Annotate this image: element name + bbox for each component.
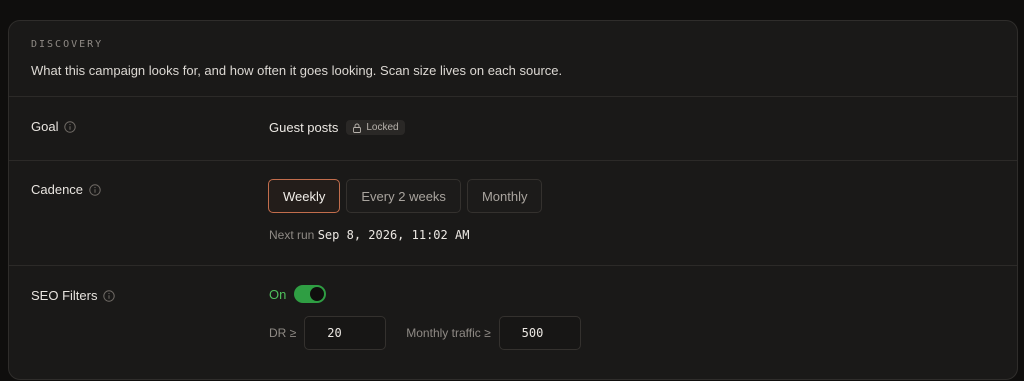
goal-label-wrap: Goal bbox=[31, 119, 77, 134]
section-subtitle: What this campaign looks for, and how of… bbox=[31, 63, 563, 78]
cadence-row: Cadence Weekly Every 2 weeks Monthly Nex… bbox=[9, 160, 1017, 266]
seo-filters-row: SEO Filters On DR ≥ Monthly traffic ≥ bbox=[9, 265, 1017, 381]
lock-icon bbox=[353, 123, 362, 133]
toggle-knob bbox=[310, 287, 325, 301]
info-icon[interactable] bbox=[89, 183, 101, 196]
seo-filters-toggle[interactable] bbox=[294, 285, 327, 303]
info-icon[interactable] bbox=[103, 289, 116, 302]
dr-input[interactable] bbox=[304, 316, 387, 350]
cadence-option-monthly[interactable]: Monthly bbox=[466, 179, 543, 213]
cadence-option-every-2-weeks[interactable]: Every 2 weeks bbox=[346, 179, 461, 213]
cadence-label-wrap: Cadence bbox=[31, 182, 101, 197]
seo-filter-inputs: DR ≥ Monthly traffic ≥ bbox=[269, 316, 581, 350]
goal-row: Goal Guest posts Locked bbox=[9, 96, 1017, 161]
toggle-label: On bbox=[269, 286, 287, 302]
seo-filters-toggle-wrap: On bbox=[269, 285, 327, 303]
cadence-segmented-control: Weekly Every 2 weeks Monthly bbox=[268, 179, 543, 213]
locked-badge: Locked bbox=[346, 120, 405, 135]
next-run-value: Sep 8, 2026, 11:02 AM bbox=[317, 228, 470, 242]
discovery-card: DISCOVERY What this campaign looks for, … bbox=[8, 20, 1018, 380]
seo-filters-label: SEO Filters bbox=[31, 288, 98, 303]
next-run-label: Next run bbox=[269, 228, 315, 242]
monthly-traffic-label: Monthly traffic ≥ bbox=[406, 326, 491, 340]
section-eyebrow: DISCOVERY bbox=[31, 39, 104, 50]
cadence-option-weekly[interactable]: Weekly bbox=[268, 179, 341, 213]
cadence-label: Cadence bbox=[31, 182, 84, 197]
goal-label: Goal bbox=[31, 119, 59, 134]
next-run: Next run Sep 8, 2026, 11:02 AM bbox=[269, 228, 469, 242]
seo-filters-label-wrap: SEO Filters bbox=[31, 288, 116, 303]
dr-label: DR ≥ bbox=[269, 326, 297, 340]
info-icon[interactable] bbox=[64, 120, 77, 133]
section-header: DISCOVERY What this campaign looks for, … bbox=[9, 21, 1017, 97]
goal-value: Guest posts bbox=[269, 120, 339, 135]
goal-value-wrap: Guest posts Locked bbox=[269, 120, 405, 135]
locked-badge-label: Locked bbox=[366, 122, 399, 133]
monthly-traffic-input[interactable] bbox=[498, 316, 581, 350]
